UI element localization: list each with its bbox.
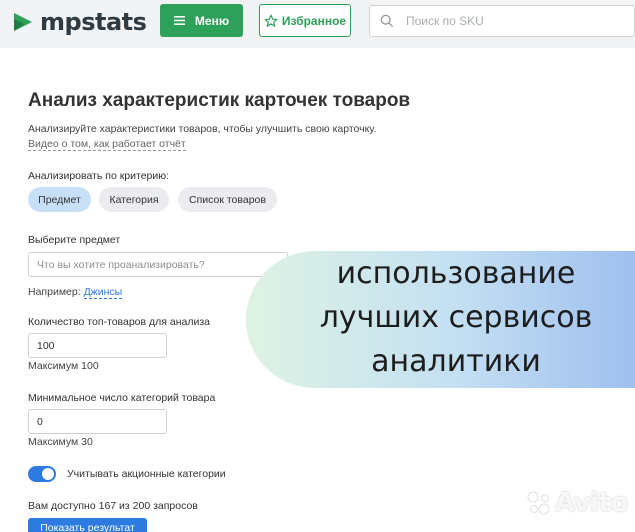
logo-text: mpstats	[40, 8, 147, 36]
favorites-button-label: Избранное	[281, 13, 347, 28]
logo[interactable]: mpstats	[12, 8, 147, 36]
top-count-label: Количество топ-товаров для анализа	[28, 316, 211, 328]
quota-text: Вам доступно 167 из 200 запросов	[28, 500, 198, 512]
page-description: Анализируйте характеристики товаров, что…	[28, 123, 377, 135]
hamburger-icon	[173, 16, 185, 25]
page-title: Анализ характеристик карточек товаров	[28, 90, 411, 111]
promo-line-2: лучших сервисов	[319, 300, 593, 335]
top-bar: mpstats Меню Избранное	[0, 0, 635, 48]
example-prefix: Например:	[28, 286, 81, 298]
video-link[interactable]: Видео о том, как работает отчёт	[28, 138, 186, 151]
logo-icon	[14, 13, 32, 31]
subject-input-placeholder: Что вы хотите проанализировать?	[37, 258, 205, 271]
top-count-value: 100	[37, 339, 55, 352]
search-input[interactable]	[404, 13, 608, 29]
show-results-button-label: Показать результат	[40, 522, 135, 532]
top-count-input[interactable]: 100	[28, 333, 167, 358]
toggle-knob	[42, 468, 54, 480]
min-categories-value: 0	[37, 415, 43, 428]
top-count-max-hint: Максимум 100	[28, 360, 99, 372]
search-icon	[380, 14, 394, 28]
promo-categories-label: Учитывать акционные категории	[67, 468, 226, 480]
min-categories-input[interactable]: 0	[28, 409, 167, 434]
menu-button-label: Меню	[194, 13, 230, 28]
promo-line-1: использование	[336, 256, 576, 291]
criteria-label: Анализировать по критерию:	[28, 170, 170, 182]
menu-button[interactable]: Меню	[160, 4, 243, 37]
avito-dots-icon	[527, 491, 550, 515]
promo-overlay-text: использование лучших сервисов аналитики	[246, 252, 635, 384]
subject-label: Выберите предмет	[28, 234, 121, 246]
avito-watermark-text: Avito	[555, 488, 628, 518]
promo-line-3: аналитики	[371, 344, 541, 379]
min-categories-label: Минимальное число категорий товара	[28, 392, 216, 404]
search-box[interactable]	[369, 5, 635, 37]
promo-categories-toggle[interactable]	[28, 466, 56, 482]
example-link[interactable]: Джинсы	[83, 286, 123, 299]
star-icon	[264, 14, 278, 27]
subject-example: Например: Джинсы	[28, 286, 123, 299]
favorites-button[interactable]: Избранное	[259, 4, 351, 37]
criteria-option-category[interactable]: Категория	[99, 187, 169, 212]
min-categories-max-hint: Максимум 30	[28, 436, 93, 448]
avito-watermark: Avito	[526, 488, 628, 518]
criteria-option-subject[interactable]: Предмет	[28, 187, 91, 212]
criteria-option-product-list[interactable]: Список товаров	[178, 187, 277, 212]
